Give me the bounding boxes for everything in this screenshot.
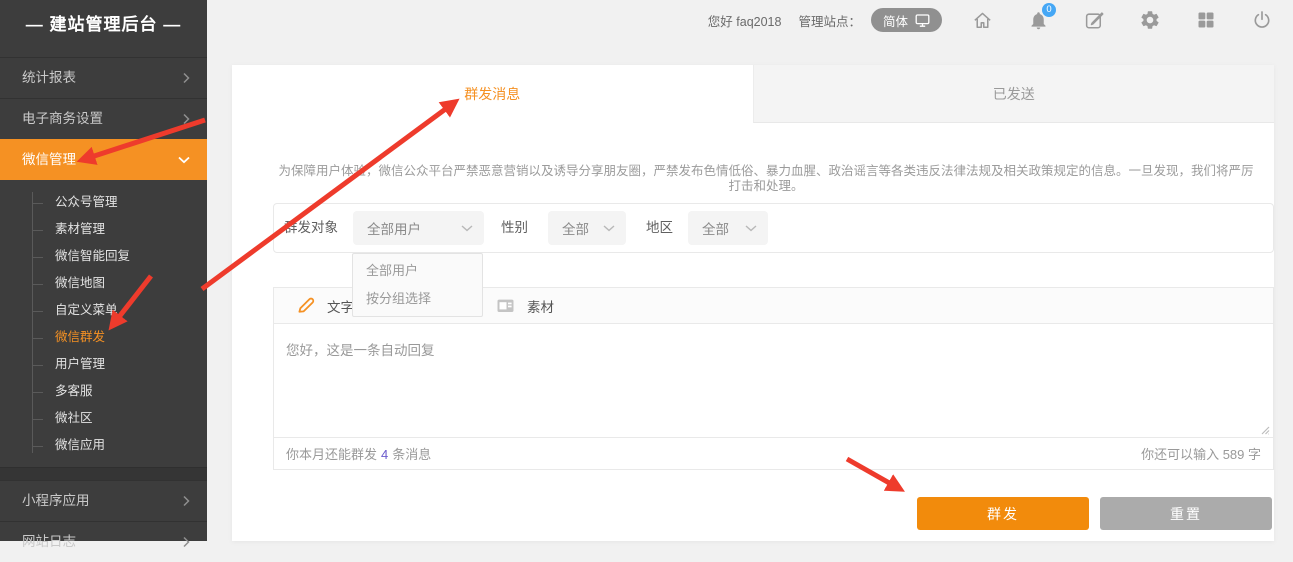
message-content: 您好，这是一条自动回复 — [274, 324, 1273, 374]
managed-site-label: 管理站点： — [798, 11, 861, 30]
sidebar-item-label: 微信管理 — [22, 152, 76, 167]
quota-count: 4 — [381, 447, 388, 462]
language-label: 简体 — [883, 11, 908, 30]
sidebar-subitem-custom-menu[interactable]: 自定义菜单 — [0, 297, 207, 324]
sidebar-item-label: 统计报表 — [22, 70, 76, 85]
reset-button[interactable]: 重置 — [1100, 497, 1272, 530]
sidebar-divider — [0, 467, 207, 480]
target-select[interactable]: 全部用户 — [353, 211, 484, 245]
sidebar-item-label: 网站日志 — [22, 534, 76, 549]
sidebar-item-mini-program[interactable]: 小程序应用 — [0, 480, 207, 521]
sidebar: — 建站管理后台 — 统计报表 电子商务设置 微信管理 公众号管理 素材管理 微… — [0, 0, 207, 541]
send-button[interactable]: 群发 — [917, 497, 1089, 530]
sidebar-item-label: 电子商务设置 — [22, 111, 103, 126]
chevron-right-icon — [183, 114, 190, 125]
sidebar-item-site-log[interactable]: 网站日志 — [0, 521, 207, 562]
notification-badge: 0 — [1042, 3, 1056, 17]
sidebar-subitem-material[interactable]: 素材管理 — [0, 216, 207, 243]
chevron-right-icon — [183, 73, 190, 84]
editor-tab-text-label: 文字 — [327, 296, 354, 316]
sidebar-subitem-smart-reply[interactable]: 微信智能回复 — [0, 243, 207, 270]
quota-prefix: 你本月还能群发 — [286, 447, 377, 462]
edit-icon[interactable] — [1082, 8, 1106, 32]
sidebar-subitem-wechat-app[interactable]: 微信应用 — [0, 432, 207, 459]
sidebar-subitem-official-account[interactable]: 公众号管理 — [0, 189, 207, 216]
tab-bar: 群发消息 已发送 — [232, 65, 1274, 123]
region-select[interactable]: 全部 — [688, 211, 768, 245]
region-label: 地区 — [646, 204, 673, 252]
sidebar-subitem-micro-community[interactable]: 微社区 — [0, 405, 207, 432]
app-title: — 建站管理后台 — — [0, 0, 207, 57]
chevron-right-icon — [183, 496, 190, 507]
sidebar-item-statistics[interactable]: 统计报表 — [0, 57, 207, 98]
filter-row: 群发对象 全部用户 性别 全部 地区 全部 — [273, 203, 1274, 253]
tab-sent[interactable]: 已发送 — [753, 65, 1275, 123]
quota-text: 你本月还能群发 4 条消息 — [286, 444, 431, 463]
target-label: 群发对象 — [284, 204, 338, 252]
home-icon[interactable] — [970, 8, 994, 32]
sidebar-item-wechat-management[interactable]: 微信管理 — [0, 139, 207, 180]
quota-suffix: 条消息 — [392, 447, 431, 462]
gender-select-value: 全部 — [562, 218, 589, 238]
sidebar-subitem-user-management[interactable]: 用户管理 — [0, 351, 207, 378]
topbar: 您好 faq2018 管理站点： 简体 0 — [207, 0, 1293, 40]
power-logout-icon[interactable] — [1250, 8, 1274, 32]
sidebar-subitem-multi-service[interactable]: 多客服 — [0, 378, 207, 405]
sidebar-item-label: 小程序应用 — [22, 493, 90, 508]
image-card-icon — [496, 298, 515, 314]
dropdown-option-by-group[interactable]: 按分组选择 — [353, 285, 482, 313]
editor-tab-material-label: 素材 — [527, 296, 554, 316]
wechat-submenu: 公众号管理 素材管理 微信智能回复 微信地图 自定义菜单 微信群发 用户管理 多… — [0, 180, 207, 467]
sidebar-item-ecommerce[interactable]: 电子商务设置 — [0, 98, 207, 139]
chevron-down-icon — [461, 225, 473, 232]
gender-label: 性别 — [501, 204, 528, 252]
chevron-right-icon — [183, 537, 190, 548]
target-dropdown-panel: 全部用户 按分组选择 — [352, 253, 483, 317]
message-textarea[interactable]: 您好，这是一条自动回复 — [274, 324, 1273, 437]
gender-select[interactable]: 全部 — [548, 211, 626, 245]
chevron-down-icon — [178, 157, 190, 164]
chevron-down-icon — [603, 225, 615, 232]
language-switch[interactable]: 简体 — [871, 8, 942, 32]
tab-mass-message[interactable]: 群发消息 — [232, 65, 753, 123]
target-select-value: 全部用户 — [367, 218, 421, 238]
pencil-icon — [296, 296, 315, 315]
user-greeting: 您好 faq2018 — [708, 11, 782, 30]
notifications-bell-icon[interactable]: 0 — [1026, 8, 1050, 32]
sidebar-subitem-wechat-map[interactable]: 微信地图 — [0, 270, 207, 297]
monitor-icon — [915, 13, 930, 28]
sidebar-subitem-mass-send[interactable]: 微信群发 — [0, 324, 207, 351]
apps-grid-icon[interactable] — [1194, 8, 1218, 32]
resize-grip[interactable] — [1259, 424, 1270, 435]
chevron-down-icon — [745, 225, 757, 232]
dropdown-option-all-users[interactable]: 全部用户 — [353, 257, 482, 285]
content-panel: 群发消息 已发送 为保障用户体验，微信公众平台严禁恶意营销以及诱导分享朋友圈，严… — [232, 65, 1274, 541]
settings-gear-icon[interactable] — [1138, 8, 1162, 32]
editor-footer: 你本月还能群发 4 条消息 你还可以输入 589 字 — [274, 437, 1273, 469]
policy-notice: 为保障用户体验，微信公众平台严禁恶意营销以及诱导分享朋友圈，严禁发布色情低俗、暴… — [276, 164, 1256, 194]
editor-tab-text[interactable]: 文字 — [296, 296, 354, 316]
region-select-value: 全部 — [702, 218, 729, 238]
remaining-chars-text: 你还可以输入 589 字 — [1141, 444, 1261, 463]
editor-tab-material[interactable]: 素材 — [496, 296, 554, 316]
